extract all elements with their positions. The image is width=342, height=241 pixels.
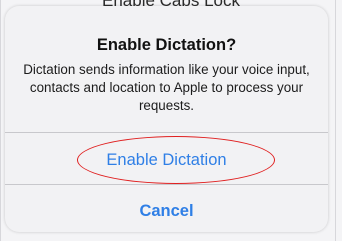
cancel-button[interactable]: Cancel	[5, 202, 328, 221]
enable-dictation-button[interactable]: Enable Dictation	[5, 151, 328, 170]
background-divider-left	[0, 0, 1, 241]
alert-separator-bottom	[5, 184, 328, 185]
background-divider-right	[335, 0, 336, 241]
alert-message: Dictation sends information like your vo…	[23, 62, 310, 113]
alert-title: Enable Dictation?	[96, 36, 237, 54]
alert-separator-top	[5, 132, 328, 133]
dictation-alert-dialog: Enable Dictation? Dictation sends inform…	[5, 6, 328, 232]
